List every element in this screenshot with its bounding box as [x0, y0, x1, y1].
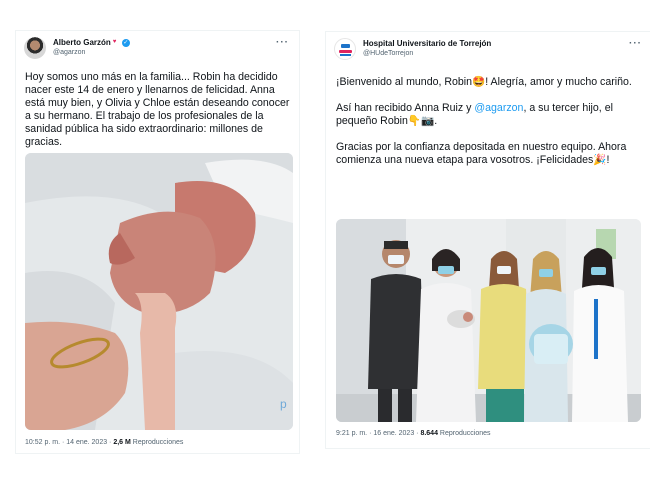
author-row[interactable]: Alberto Garzón ♥ ✓	[53, 38, 130, 47]
views-label: Reproducciones	[437, 430, 491, 437]
tweet-time[interactable]: 9:21 p. m. · 16 ene. 2023 ·	[336, 430, 420, 437]
views-count: 8.644	[420, 430, 438, 437]
avatar[interactable]	[24, 37, 46, 59]
tweet-text-line2-pre: Así han recibido Anna Ruiz y	[336, 102, 475, 114]
svg-text:p: p	[280, 397, 287, 411]
tweet-text-line3: Gracias por la confianza depositada en n…	[336, 141, 630, 166]
tweet-photo-hospital-group[interactable]	[336, 219, 641, 422]
author-handle[interactable]: @HUdeTorrejon	[363, 50, 413, 57]
baby-hand-illustration: p	[25, 153, 293, 430]
tweet-card-left[interactable]: Alberto Garzón ♥ ✓ @agarzon ··· Hoy somo…	[15, 30, 300, 454]
hospital-logo-avatar[interactable]	[334, 38, 356, 60]
verified-icon: ✓	[121, 38, 130, 47]
mention-link[interactable]: @agarzon	[474, 102, 523, 114]
tweet-time[interactable]: 10:52 p. m. · 14 ene. 2023 ·	[25, 439, 113, 446]
more-options-icon[interactable]: ···	[629, 38, 642, 49]
tweet-meta: 10:52 p. m. · 14 ene. 2023 · 2,6 M Repro…	[25, 439, 183, 446]
tweet-header: Hospital Universitario de Torrejón @HUde…	[334, 38, 644, 64]
tweet-header: Alberto Garzón ♥ ✓ @agarzon ···	[24, 37, 291, 63]
tweet-meta: 9:21 p. m. · 16 ene. 2023 · 8.644 Reprod…	[336, 430, 491, 437]
hospital-group-illustration	[336, 219, 641, 422]
author-name[interactable]: Alberto Garzón	[53, 38, 111, 47]
views-count: 2,6 M	[113, 439, 131, 446]
tweet-text: ¡Bienvenido al mundo, Robin🤩! Alegría, a…	[336, 76, 650, 167]
tweet-photo-baby-hand[interactable]: p	[25, 153, 293, 430]
more-options-icon[interactable]: ···	[276, 37, 289, 48]
tweet-text-line1: ¡Bienvenido al mundo, Robin🤩! Alegría, a…	[336, 76, 632, 88]
tweet-card-right[interactable]: Hospital Universitario de Torrejón @HUde…	[325, 31, 650, 449]
heart-icon: ♥	[112, 39, 117, 45]
tweet-text: Hoy somos uno más en la familia... Robin…	[25, 71, 293, 148]
views-label: Reproducciones	[130, 439, 184, 446]
author-handle[interactable]: @agarzon	[53, 49, 85, 56]
author-row[interactable]: Hospital Universitario de Torrejón	[363, 39, 491, 48]
author-name[interactable]: Hospital Universitario de Torrejón	[363, 39, 491, 48]
